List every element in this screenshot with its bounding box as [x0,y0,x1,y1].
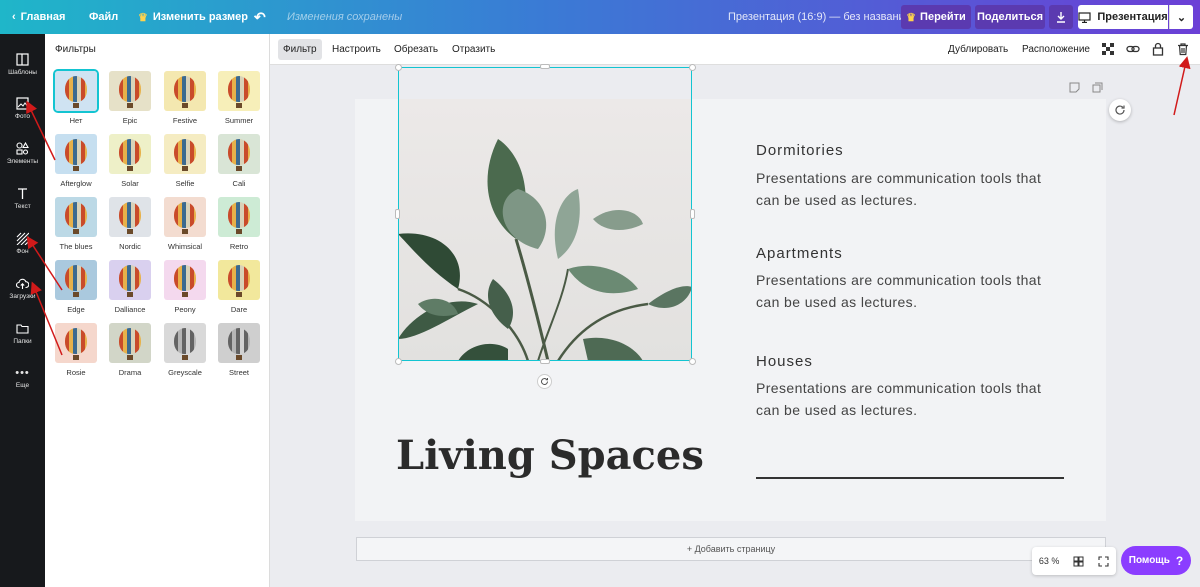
annotation-arrow [1173,56,1191,116]
annotation-arrow [26,100,56,161]
annotation-arrow [30,281,63,356]
annotation-arrows [26,56,1191,356]
annotation-arrow [26,235,63,291]
